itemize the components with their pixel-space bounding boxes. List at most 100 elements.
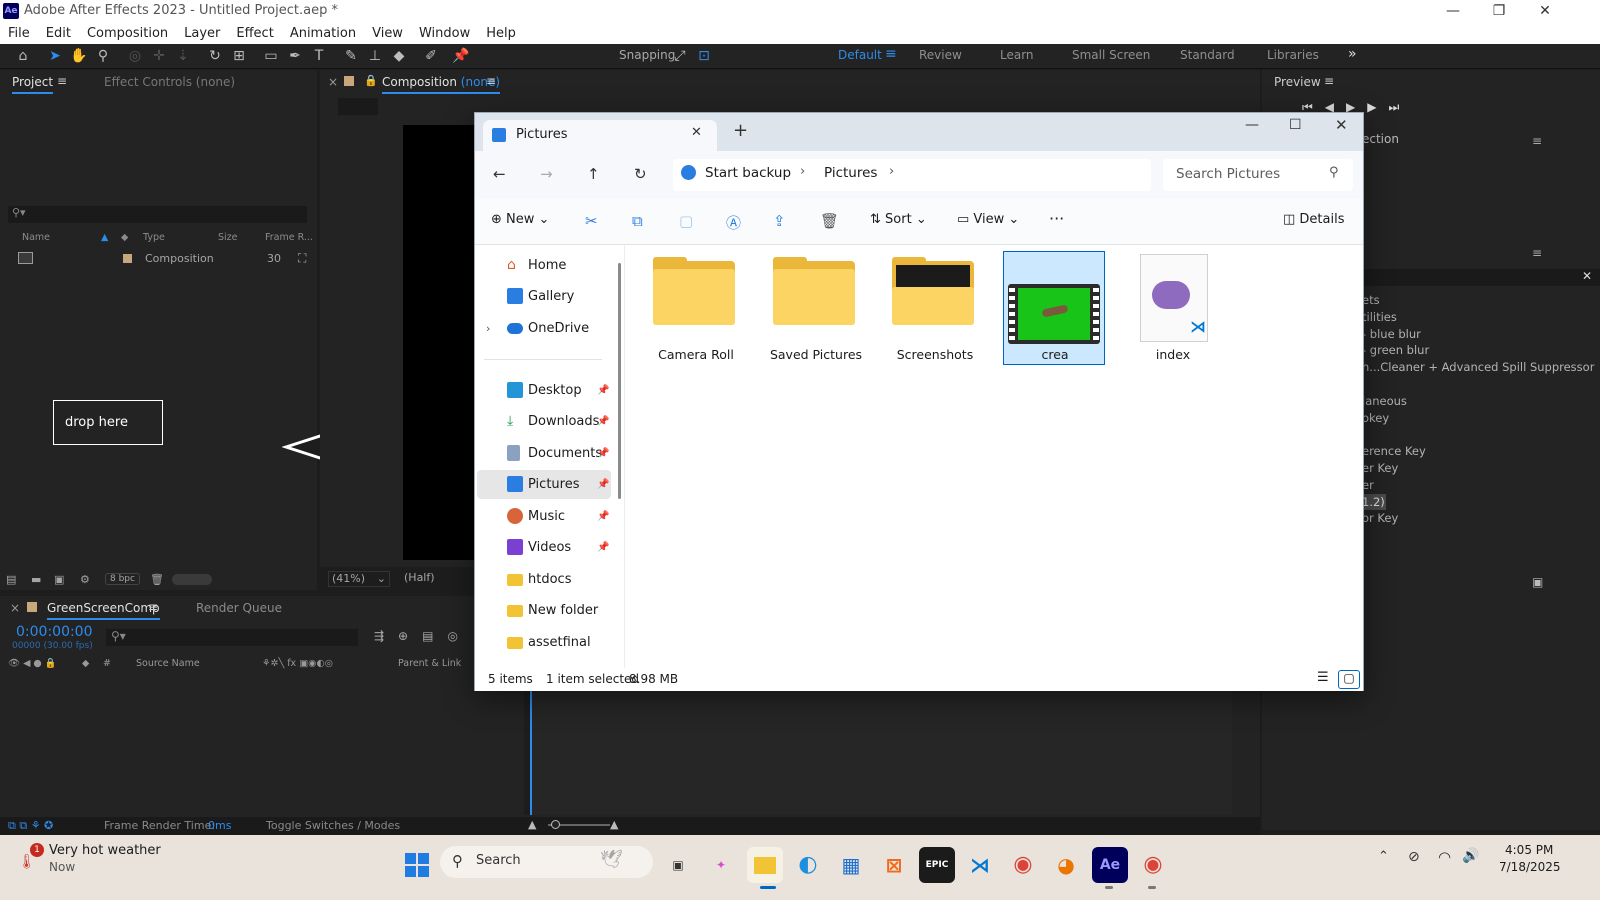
wifi-icon[interactable]: ◠	[1438, 848, 1451, 866]
clear-search-icon[interactable]: ✕	[1582, 269, 1592, 283]
timecode-display[interactable]: 0:00:00:00	[16, 624, 93, 640]
tab-composition[interactable]: Composition (none)	[382, 75, 501, 94]
interpret-footage-icon[interactable]: ▤	[6, 573, 16, 586]
project-search-input[interactable]: ⚲▾	[8, 206, 307, 223]
preview-menu-icon[interactable]: ≡	[1324, 74, 1334, 88]
breadcrumb-pictures[interactable]: Pictures	[824, 165, 877, 181]
column-type[interactable]: Type	[143, 232, 165, 243]
zoom-slider-handle[interactable]	[551, 820, 560, 829]
file-item-index[interactable]: ⋊ index	[1122, 251, 1224, 365]
vs-code-icon[interactable]: ⋊	[962, 847, 998, 883]
tab-project[interactable]: Project	[12, 75, 54, 94]
clone-stamp-icon[interactable]: ⊥	[365, 47, 385, 66]
maximize-button[interactable]: ☐	[1289, 117, 1302, 133]
volume-icon[interactable]: 🔊	[1462, 848, 1479, 864]
forward-arrow-icon[interactable]: →	[540, 165, 553, 183]
menu-window[interactable]: Window	[411, 23, 478, 44]
workspace-small-screen[interactable]: Small Screen	[1072, 48, 1150, 62]
details-button[interactable]: ◫ Details	[1283, 212, 1345, 227]
timeline-search-input[interactable]: ⚲▾	[106, 629, 358, 646]
comp-nav-box[interactable]	[338, 98, 378, 115]
zoom-tool-icon[interactable]: ⚲	[93, 47, 113, 66]
timeline-menu-icon[interactable]: ≡	[148, 600, 158, 614]
minimize-button[interactable]: —	[1245, 117, 1259, 133]
close-window-button[interactable]: ✕	[1522, 0, 1568, 23]
back-arrow-icon[interactable]: ←	[493, 165, 506, 183]
effects-list-item[interactable]: laneous	[1362, 393, 1600, 410]
snap-target-icon[interactable]: ⊡	[694, 47, 714, 66]
view-button[interactable]: ▭ View ⌄	[957, 212, 1019, 227]
nav-assetfinal[interactable]: assetfinal	[475, 628, 615, 657]
visibility-switches[interactable]: 👁 ◀ ● 🔒	[8, 658, 57, 669]
search-input[interactable]: Search Pictures ⚲	[1163, 159, 1353, 191]
lock-icon[interactable]: 🔒	[364, 74, 378, 87]
effects-list-item[interactable]: tilities	[1362, 309, 1600, 326]
pin-icon[interactable]: 📌	[597, 439, 609, 468]
column-frame-rate[interactable]: Frame R...	[265, 232, 313, 243]
effects-list-item[interactable]: okey	[1362, 410, 1600, 427]
new-composition-icon[interactable]: ▣	[54, 573, 64, 586]
sort-button[interactable]: ⇅ Sort ⌄	[870, 212, 927, 227]
breadcrumb-start-backup[interactable]: Start backup	[705, 165, 791, 181]
timeline-switches[interactable]: ⇶⊕▤◎	[374, 629, 472, 643]
selection-tool-icon[interactable]: ➤	[45, 47, 65, 66]
close-tab-icon[interactable]: ×	[328, 75, 338, 89]
tab-greenscreencomp[interactable]: GreenScreenComp	[47, 601, 160, 620]
nav-videos[interactable]: Videos 📌	[475, 533, 615, 562]
tab-pictures[interactable]: Pictures ✕	[483, 120, 717, 151]
copy-icon[interactable]: ⧉	[632, 212, 643, 230]
new-tab-button[interactable]: +	[733, 120, 748, 141]
pin-icon[interactable]: 📌	[597, 407, 609, 436]
after-effects-icon[interactable]: Ae	[1092, 847, 1128, 883]
drop-here-box[interactable]: drop here	[53, 400, 163, 445]
file-explorer-icon[interactable]	[747, 847, 783, 883]
effects-list-item[interactable]: - green blur	[1362, 342, 1600, 359]
menu-view[interactable]: View	[364, 23, 411, 44]
pin-icon[interactable]: 📌	[597, 470, 609, 499]
home-icon[interactable]: ⌂	[13, 47, 33, 66]
zoom-out-icon[interactable]: ▲	[528, 818, 536, 831]
delete-icon[interactable]: 🗑	[820, 212, 839, 230]
close-window-button[interactable]: ✕	[1335, 116, 1348, 134]
pen-tool-icon[interactable]: ✒	[285, 47, 305, 66]
thumbnail-slider[interactable]	[172, 574, 212, 585]
copilot-icon[interactable]: ✦	[703, 847, 739, 883]
workspace-learn[interactable]: Learn	[1000, 48, 1034, 62]
paste-icon[interactable]: ▢	[679, 212, 693, 230]
menu-animation[interactable]: Animation	[282, 23, 364, 44]
puppet-pin-icon[interactable]: 📌	[451, 47, 471, 66]
restore-button[interactable]: ❐	[1476, 0, 1522, 23]
bpc-button[interactable]: 8 bpc	[105, 573, 140, 585]
refresh-icon[interactable]: ↻	[634, 165, 647, 183]
nav-music[interactable]: Music 📌	[475, 502, 615, 531]
file-item-camera-roll[interactable]: Camera Roll	[645, 251, 747, 365]
chevron-right-icon[interactable]: ›	[486, 314, 490, 343]
more-options-icon[interactable]: ···	[1049, 209, 1064, 228]
layer-switch-icons[interactable]: ⚘✲╲ fx ▣◉◐◎	[262, 658, 333, 669]
effects-list-item[interactable]: - blue blur	[1362, 326, 1600, 343]
snap-option-icon[interactable]: ⤢	[670, 47, 690, 66]
tab-effect-controls[interactable]: Effect Controls (none)	[104, 75, 235, 89]
roto-brush-icon[interactable]: ✐	[421, 47, 441, 66]
breadcrumb[interactable]: Start backup › Pictures ›	[673, 159, 1151, 191]
effects-list-item[interactable]: or Key	[1362, 510, 1600, 527]
brush-tool-icon[interactable]: ✎	[341, 47, 361, 66]
up-arrow-icon[interactable]: ↑	[587, 165, 600, 183]
trash-icon[interactable]: 🗑	[150, 573, 164, 586]
chrome-icon[interactable]: ◉	[1005, 847, 1041, 883]
minimize-button[interactable]: —	[1430, 0, 1476, 23]
menu-layer[interactable]: Layer	[176, 23, 228, 44]
close-tab-icon[interactable]: ✕	[691, 125, 702, 140]
eraser-tool-icon[interactable]: ◆	[389, 47, 409, 66]
toggle-switches-modes[interactable]: Toggle Switches / Modes	[266, 819, 400, 832]
chevron-up-icon[interactable]: ⌃	[1378, 849, 1389, 864]
menu-effect[interactable]: Effect	[228, 23, 281, 44]
effects-list-item[interactable]: erence Key	[1362, 443, 1600, 460]
status-icons[interactable]: ⧉ ⧉ ⚘ ✪	[8, 819, 53, 833]
close-tab-icon[interactable]: ×	[10, 601, 20, 615]
workspace-libraries[interactable]: Libraries	[1267, 48, 1319, 62]
rectangle-tool-icon[interactable]: ▭	[261, 47, 281, 66]
column-parent-link[interactable]: Parent & Link	[398, 658, 461, 669]
nav-pictures[interactable]: Pictures 📌	[477, 470, 611, 499]
windows-start-icon[interactable]	[399, 847, 435, 883]
